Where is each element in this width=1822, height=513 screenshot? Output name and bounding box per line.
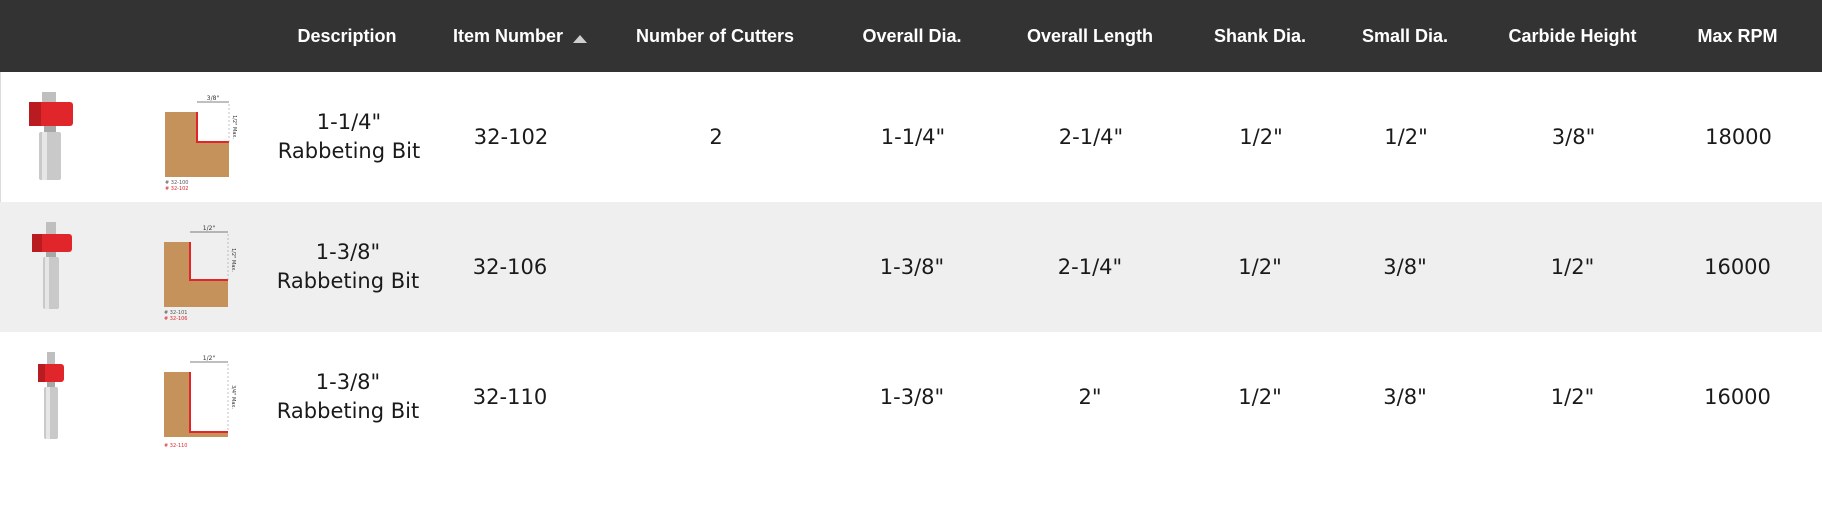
cell-max-rpm: 18000 [1705,124,1772,149]
diagram-ref: # 32-110 [164,443,188,449]
diagram-dimension-top: 1/2" [203,225,216,232]
diagram-dimension-side: 1/2" Max. [230,248,236,272]
cell-shank-dia: 1/2" [1238,384,1282,409]
cell-item-number[interactable]: 32-102 [436,72,586,202]
cell-description[interactable]: 1-3/8" Rabbeting Bit [268,202,428,332]
cell-overall-length: 2-1/4" [1058,124,1124,149]
diagram-dimension-side: 3/4" Max. [230,385,236,409]
table-row[interactable]: 1/2" 3/4" Max. # 32-110 1-3/8" Rabbeting… [0,332,1822,462]
cell-shank-dia: 1/2" [1239,124,1283,149]
cell-small-dia: 3/8" [1383,254,1427,279]
diagram-dimension-top: 1/2" [203,355,216,362]
cell-carbide-height: 3/8" [1551,124,1596,149]
sort-ascending-icon[interactable] [573,35,588,43]
column-header-max-rpm[interactable]: Max RPM [1665,0,1810,72]
column-header-small-dia[interactable]: Small Dia. [1335,0,1475,72]
cell-description[interactable]: 1-3/8" Rabbeting Bit [268,332,428,462]
column-header-overall-dia[interactable]: Overall Dia. [832,0,992,72]
router-bit-image[interactable] [24,352,80,442]
column-header-description[interactable]: Description [262,0,432,72]
profile-diagram: 3/8" 1/2" Max. # 32-100 # 32-102 [161,92,241,192]
router-bit-image[interactable] [23,92,79,182]
cell-number-of-cutters [615,202,815,332]
cell-max-rpm: 16000 [1704,254,1771,279]
cell-overall-dia: 1-1/4" [880,124,946,149]
column-header-number-of-cutters[interactable]: Number of Cutters [615,0,815,72]
diagram-dimension-top: 3/8" [207,95,220,102]
cell-overall-dia: 1-3/8" [879,384,945,409]
diagram-dimension-side: 1/2" Max. [231,115,237,139]
cell-overall-length: 2-1/4" [1057,254,1123,279]
table-row[interactable]: 1/2" 1/2" Max. # 32-101 # 32-106 1-3/8" … [0,202,1822,332]
product-table: Description Item Number Number of Cutter… [0,0,1822,462]
cell-overall-dia: 1-3/8" [879,254,945,279]
cell-carbide-height: 1/2" [1550,384,1595,409]
profile-diagram: 1/2" 1/2" Max. # 32-101 # 32-106 [160,222,240,322]
cell-overall-length: 2" [1078,384,1102,409]
column-header-item-number[interactable]: Item Number [435,0,605,72]
cell-carbide-height: 1/2" [1550,254,1595,279]
diagram-ref: # 32-102 [165,186,189,192]
table-header: Description Item Number Number of Cutter… [0,0,1822,72]
diagram-ref: # 32-106 [164,316,188,322]
cell-small-dia: 3/8" [1383,384,1427,409]
cell-small-dia: 1/2" [1384,124,1428,149]
column-header-carbide-height[interactable]: Carbide Height [1490,0,1655,72]
cell-number-of-cutters: 2 [709,124,723,149]
cell-item-number[interactable]: 32-110 [435,332,585,462]
cell-shank-dia: 1/2" [1238,254,1282,279]
cell-item-number[interactable]: 32-106 [435,202,585,332]
cell-max-rpm: 16000 [1704,384,1771,409]
cell-description[interactable]: 1-1/4" Rabbeting Bit [269,72,429,202]
table-row[interactable]: 3/8" 1/2" Max. # 32-100 # 32-102 1-1/4" … [0,72,1822,202]
profile-diagram: 1/2" 3/4" Max. # 32-110 [160,352,240,452]
column-header-shank-dia[interactable]: Shank Dia. [1190,0,1330,72]
cell-number-of-cutters [615,332,815,462]
router-bit-image[interactable] [24,222,80,312]
column-header-overall-length[interactable]: Overall Length [1000,0,1180,72]
